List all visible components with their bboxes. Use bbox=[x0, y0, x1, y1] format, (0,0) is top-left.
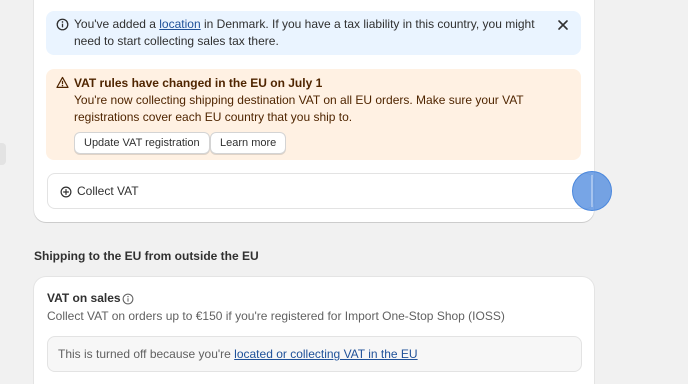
warning-banner: VAT rules have changed in the EU on July… bbox=[46, 69, 581, 160]
status-text: This is turned off because you're locate… bbox=[58, 347, 418, 361]
left-edge-tab bbox=[0, 143, 6, 165]
drag-handle-bar bbox=[591, 175, 593, 207]
plus-circle-icon bbox=[60, 185, 72, 203]
collect-vat-label: Collect VAT bbox=[77, 184, 139, 198]
vat-on-sales-title: VAT on sales bbox=[47, 291, 121, 305]
drag-handle[interactable] bbox=[572, 171, 612, 211]
vat-on-sales-subtitle: Collect VAT on orders up to €150 if you'… bbox=[47, 309, 505, 323]
info-circle-icon bbox=[56, 18, 69, 36]
info-banner-text: You've added a location in Denmark. If y… bbox=[74, 17, 535, 48]
location-link[interactable]: location bbox=[159, 17, 200, 31]
info-banner: You've added a location in Denmark. If y… bbox=[46, 11, 581, 55]
learn-more-button[interactable]: Learn more bbox=[210, 132, 287, 154]
located-or-collecting-vat-link[interactable]: located or collecting VAT in the EU bbox=[234, 347, 417, 361]
close-icon[interactable] bbox=[555, 17, 571, 33]
section-title: Shipping to the EU from outside the EU bbox=[34, 249, 259, 263]
collect-vat-button[interactable]: Collect VAT bbox=[47, 173, 594, 209]
vat-on-sales-card: VAT on sales Collect VAT on orders up to… bbox=[34, 277, 594, 384]
update-vat-registration-button[interactable]: Update VAT registration bbox=[74, 132, 210, 154]
warning-banner-title: VAT rules have changed in the EU on July… bbox=[74, 76, 323, 90]
tax-settings-card: You've added a location in Denmark. If y… bbox=[34, 0, 594, 222]
alert-triangle-icon bbox=[56, 76, 69, 94]
warning-banner-text: You're now collecting shipping destinati… bbox=[74, 93, 524, 124]
status-box: This is turned off because you're locate… bbox=[47, 336, 582, 372]
help-info-icon[interactable] bbox=[122, 292, 134, 310]
